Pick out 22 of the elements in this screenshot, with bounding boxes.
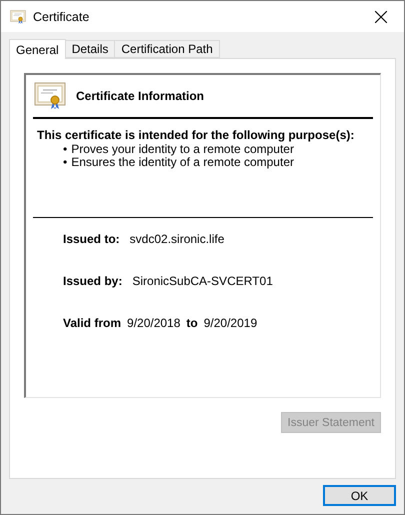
ok-button[interactable]: OK (323, 485, 396, 506)
certificate-icon (34, 82, 66, 110)
valid-from-date: 9/20/2018 (127, 316, 180, 330)
purpose-text: Ensures the identity of a remote computer (71, 156, 294, 169)
tab[interactable]: Certification Path (114, 40, 220, 58)
issued-by-label: Issued by: (63, 274, 122, 288)
valid-from-label: Valid from (63, 316, 122, 330)
bullet: • (63, 156, 68, 169)
window-title: Certificate (33, 10, 90, 24)
issued-to-label: Issued to: (63, 232, 120, 246)
tab[interactable]: General (9, 39, 66, 59)
tab[interactable]: Details (64, 40, 116, 58)
purpose-heading: This certificate is intended for the following purpose(s): (37, 128, 356, 143)
close-icon (375, 10, 387, 22)
issued-to-value: svdc02.sironic.life (130, 232, 224, 246)
info-title: Certificate Information (76, 89, 204, 103)
issued-by-value: SironicSubCA-SVCERT01 (132, 274, 273, 288)
valid-to-label: to (186, 316, 198, 330)
purpose-text: Proves your identity to a remote computer (71, 143, 294, 156)
valid-to-date: 9/20/2019 (204, 316, 258, 330)
certificate-icon (10, 10, 26, 24)
bullet: • (63, 143, 68, 156)
